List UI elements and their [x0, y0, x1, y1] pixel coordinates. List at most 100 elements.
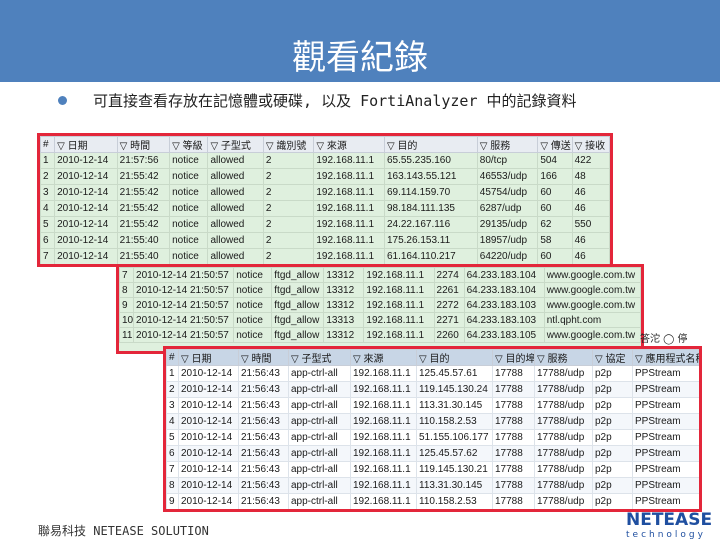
table-row[interactable]: 10 2010-12-14 21:50:57 notice ftgd_allow 133… — [119, 312, 641, 328]
table-row[interactable]: 1 2010-12-14 21:56:43 app-ctrl-all 192.168.1… — [166, 365, 699, 382]
table-cell: 2010-12-14 — [178, 461, 239, 478]
table-cell: 13312 — [323, 297, 365, 313]
table-cell: p2p — [592, 365, 633, 382]
table-cell: 9 — [166, 493, 179, 509]
table-row[interactable]: 7 2010-12-14 21:50:57 notice ftgd_allow 1331… — [119, 267, 641, 283]
col-header[interactable]: ▽ 識別號 — [262, 136, 315, 153]
table-row[interactable]: 2 2010-12-14 21:56:43 app-ctrl-all 192.168.1… — [166, 381, 699, 398]
table-cell: 2010-12-14 21:50:57 — [133, 312, 235, 328]
table-cell: app-ctrl-all — [288, 365, 351, 382]
col-header[interactable]: ▽ 目的埠 — [492, 349, 535, 366]
table-cell: 192.168.11.1 — [313, 168, 385, 185]
table-cell: 46 — [571, 232, 610, 249]
table-cell: 192.168.11.1 — [363, 297, 435, 313]
table-row[interactable]: 4 2010-12-14 21:55:42 notice allowed 2 192.168… — [40, 200, 610, 217]
table-cell: 17788/udp — [534, 397, 593, 414]
table-row[interactable]: 9 2010-12-14 21:50:57 notice ftgd_allow 1331… — [119, 297, 641, 313]
table-cell: 48 — [571, 168, 610, 185]
table-row[interactable]: 8 2010-12-14 21:56:43 app-ctrl-all 192.168.1… — [166, 477, 699, 494]
table-cell: 192.168.11.1 — [350, 381, 417, 398]
table-cell: 7 — [40, 248, 56, 264]
col-header[interactable]: ▽ 目的 — [383, 136, 478, 153]
table-cell: 2 — [262, 152, 315, 169]
table-cell: 192.168.11.1 — [350, 413, 417, 430]
col-header[interactable]: ▽ 服務 — [476, 136, 539, 153]
table-row[interactable]: 9 2010-12-14 21:56:43 app-ctrl-all 192.168.1… — [166, 493, 699, 509]
table-cell: notice — [169, 216, 209, 233]
table-row[interactable]: 5 2010-12-14 21:56:43 app-ctrl-all 192.168.1… — [166, 429, 699, 446]
view-option-text[interactable]: 答沱 ◯ 停 — [640, 330, 688, 345]
table-cell: 2010-12-14 — [54, 232, 118, 249]
table-cell: 3 — [40, 184, 56, 201]
table-cell: 192.168.11.1 — [350, 397, 417, 414]
table-cell: 2010-12-14 — [178, 429, 239, 446]
col-header[interactable]: ▽ 子型式 — [288, 349, 351, 366]
table-cell: 422 — [571, 152, 610, 169]
table-cell: app-ctrl-all — [288, 461, 351, 478]
table-row[interactable]: 6 2010-12-14 21:56:43 app-ctrl-all 192.168.1… — [166, 445, 699, 462]
table-cell: 13313 — [323, 312, 365, 328]
table-cell: app-ctrl-all — [288, 477, 351, 494]
table-cell: notice — [233, 327, 273, 343]
table-row[interactable]: 8 2010-12-14 21:50:57 notice ftgd_allow 1331… — [119, 282, 641, 298]
table-row[interactable]: 11 2010-12-14 21:50:57 notice ftgd_allow 133… — [119, 327, 641, 343]
col-header[interactable]: ▽ 協定 — [592, 349, 633, 366]
table-cell: 21:56:43 — [238, 477, 289, 494]
table-row[interactable]: 7 2010-12-14 21:56:43 app-ctrl-all 192.168.1… — [166, 461, 699, 478]
col-header[interactable]: ▽ 目的 — [416, 349, 493, 366]
table-cell: 2 — [262, 168, 315, 185]
bullet-text: 可直接查看存放在記憶體或硬碟, 以及 FortiAnalyzer 中的記錄資料 — [93, 92, 577, 110]
col-header[interactable]: ▽ 日期 — [178, 349, 239, 366]
col-header[interactable]: ▽ 應用程式名稱 — [632, 349, 699, 366]
logo-tagline: technology — [626, 530, 706, 540]
logo-wordmark: NETEASE — [626, 510, 713, 530]
table-cell: 2010-12-14 — [54, 248, 118, 264]
table-cell: 2010-12-14 — [178, 381, 239, 398]
table-cell: notice — [169, 152, 209, 169]
table-cell: 4 — [166, 413, 179, 430]
table-cell: PPStream — [632, 493, 699, 509]
col-header[interactable]: ▽ 時間 — [116, 136, 171, 153]
table-cell: 2010-12-14 21:50:57 — [133, 327, 235, 343]
table-cell: 17788 — [492, 477, 535, 494]
table-row[interactable]: 1 2010-12-14 21:57:56 notice allowed 2 192.168… — [40, 152, 610, 169]
table-cell: 192.168.11.1 — [363, 282, 435, 298]
table-cell: 46 — [571, 184, 610, 201]
table-row[interactable]: 7 2010-12-14 21:55:40 notice allowed 2 192.168… — [40, 248, 610, 264]
table-cell: ftgd_allow — [271, 312, 325, 328]
table-cell: 192.168.11.1 — [350, 429, 417, 446]
col-header[interactable]: # — [166, 349, 179, 366]
table-cell: 192.168.11.1 — [350, 445, 417, 462]
col-header[interactable]: ▽ 時間 — [238, 349, 289, 366]
table-cell: 175.26.153.11 — [383, 232, 478, 249]
table-cell: 2010-12-14 21:50:57 — [133, 282, 235, 298]
table-row[interactable]: 3 2010-12-14 21:55:42 notice allowed 2 192.168… — [40, 184, 610, 201]
table-cell: 7 — [119, 267, 135, 283]
table-cell: 2010-12-14 — [54, 184, 118, 201]
table-row[interactable]: 6 2010-12-14 21:55:40 notice allowed 2 192.168… — [40, 232, 610, 249]
col-header[interactable]: ▽ 服務 — [534, 349, 593, 366]
table-cell: p2p — [592, 461, 633, 478]
table-row[interactable]: 5 2010-12-14 21:55:42 notice allowed 2 192.168… — [40, 216, 610, 233]
table-row[interactable]: 2 2010-12-14 21:55:42 notice allowed 2 192.168… — [40, 168, 610, 185]
col-header[interactable]: ▽ 來源 — [313, 136, 385, 153]
table-cell: PPStream — [632, 461, 699, 478]
table-cell: 2010-12-14 — [178, 493, 239, 509]
table-cell: 192.168.11.1 — [313, 184, 385, 201]
table-cell: 17788 — [492, 461, 535, 478]
table-cell: 7 — [166, 461, 179, 478]
col-header[interactable]: ▽ 子型式 — [207, 136, 264, 153]
table-cell: 504 — [537, 152, 573, 169]
table-row[interactable]: 4 2010-12-14 21:56:43 app-ctrl-all 192.168.1… — [166, 413, 699, 430]
col-header[interactable]: ▽ 接收 — [571, 136, 610, 153]
col-header[interactable]: ▽ 等級 — [169, 136, 209, 153]
col-header[interactable]: ▽ 傳送 — [537, 136, 573, 153]
table-row[interactable]: 3 2010-12-14 21:56:43 app-ctrl-all 192.168.1… — [166, 397, 699, 414]
col-header[interactable]: ▽ 日期 — [54, 136, 118, 153]
table-cell: 8 — [119, 282, 135, 298]
col-header[interactable]: # — [40, 136, 56, 153]
bullet-dot — [58, 96, 67, 105]
table-cell: PPStream — [632, 381, 699, 398]
col-header[interactable]: ▽ 來源 — [350, 349, 417, 366]
table-cell: p2p — [592, 477, 633, 494]
